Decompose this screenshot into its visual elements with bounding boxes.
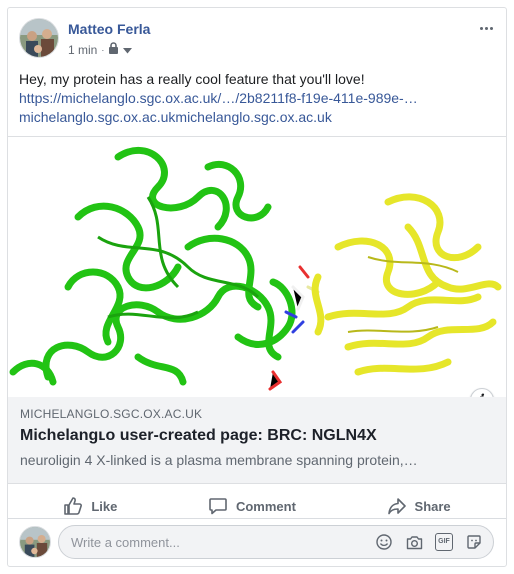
camera-icon[interactable] xyxy=(405,533,423,551)
post-link-domains[interactable]: michelanglo.sgc.ox.ac.ukmichelanglo.sgc.… xyxy=(19,108,499,127)
comment-tools: GIF xyxy=(375,533,483,551)
post-body: Hey, my protein has a really cool featur… xyxy=(19,70,499,127)
comment-box: GIF xyxy=(58,525,494,559)
link-preview[interactable]: i MICHELANGLO.SGC.OX.AC.UK Michelangʟᴏ u… xyxy=(8,136,506,484)
comment-composer: GIF xyxy=(8,518,506,567)
post-card: Matteo Ferla 1 min · Hey, my protein has… xyxy=(7,7,507,567)
like-label: Like xyxy=(91,498,118,514)
meta-separator: · xyxy=(101,44,105,55)
post-meta: 1 min · xyxy=(68,42,133,57)
preview-meta[interactable]: MICHELANGLO.SGC.OX.AC.UK Michelangʟᴏ use… xyxy=(8,397,506,483)
author-name[interactable]: Matteo Ferla xyxy=(68,21,150,37)
dropdown-icon[interactable] xyxy=(123,43,133,57)
emoji-icon[interactable] xyxy=(375,533,393,551)
more-options-icon[interactable] xyxy=(476,18,496,38)
lock-icon[interactable] xyxy=(108,42,119,57)
post-time[interactable]: 1 min xyxy=(68,43,97,57)
preview-title[interactable]: Michelangʟᴏ user-created page: BRC: NGLN… xyxy=(20,427,494,445)
user-avatar[interactable] xyxy=(19,526,51,558)
comment-icon xyxy=(209,498,227,515)
gif-icon[interactable]: GIF xyxy=(435,533,453,551)
post-link-url[interactable]: https://michelanglo.sgc.ox.ac.uk/…/2b821… xyxy=(19,89,499,108)
preview-image[interactable]: i xyxy=(8,137,506,397)
author-avatar[interactable] xyxy=(19,18,59,58)
preview-description: neuroligin 4 X-linked is a plasma membra… xyxy=(20,452,418,468)
comment-label: Comment xyxy=(235,498,296,514)
like-icon xyxy=(64,497,83,515)
sticker-icon[interactable] xyxy=(465,533,483,551)
comment-input[interactable] xyxy=(71,534,375,550)
preview-domain: MICHELANGLO.SGC.OX.AC.UK xyxy=(20,407,203,421)
post-message: Hey, my protein has a really cool featur… xyxy=(19,71,365,87)
post-header: Matteo Ferla 1 min · xyxy=(8,8,506,68)
share-icon xyxy=(387,498,406,515)
gif-label: GIF xyxy=(435,533,453,551)
share-label: Share xyxy=(414,498,451,514)
